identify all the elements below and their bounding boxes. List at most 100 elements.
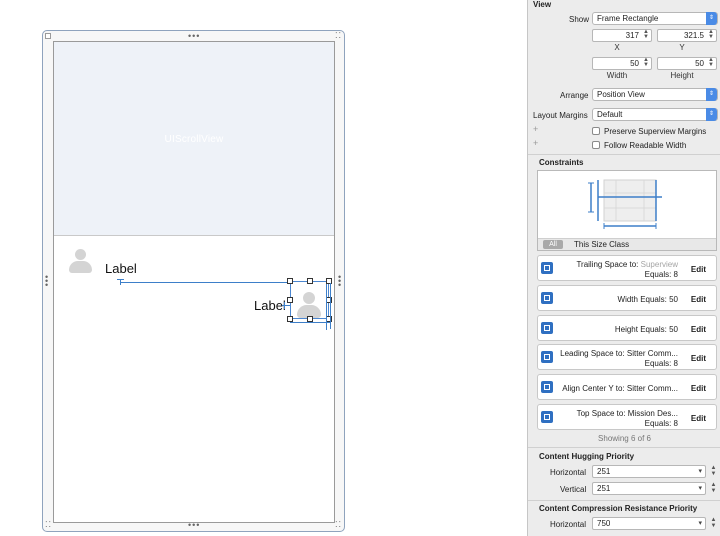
compression-resistance-title: Content Compression Resistance Priority (539, 504, 698, 513)
hugging-vertical-stepper-icon[interactable]: ▲ ▼ (709, 482, 718, 495)
constraint-line-width[interactable] (290, 322, 330, 323)
view-controller-scene[interactable]: ••• ⁚⁚ • • • • • • ⁚⁚ ••• ⁚⁚ UIScrollView La… (42, 30, 345, 532)
constraint-row[interactable]: Top Space to: Mission Des... Equals: 8 E… (537, 404, 717, 430)
show-popup[interactable]: Frame Rectangle ⇕ (592, 12, 718, 25)
popup-arrows-icon: ⇕ (706, 12, 717, 25)
y-stepper-icon[interactable]: ▲ ▼ (707, 29, 715, 40)
show-label: Show (569, 15, 590, 24)
constraint-row[interactable]: Height Equals: 50 Edit (537, 315, 717, 341)
constraint-target: Mission Des... (627, 409, 678, 418)
scene-top-handle-icon[interactable]: ••• (188, 32, 200, 41)
preserve-superview-margins-checkbox[interactable] (592, 127, 600, 135)
constraint-target: Sitter Comm... (626, 349, 678, 358)
resize-handle[interactable] (307, 278, 313, 284)
align-center-y-icon (541, 381, 553, 393)
scene-resize-icon[interactable]: ⁚⁚ (335, 32, 342, 40)
compression-horizontal-select[interactable]: 750 ▾ (592, 517, 706, 530)
plus-icon[interactable]: + (533, 138, 538, 148)
chevron-down-icon: ▾ (698, 485, 702, 492)
compression-horizontal-stepper-icon[interactable]: ▲ ▼ (709, 517, 718, 530)
width-stepper-icon[interactable]: ▲ ▼ (642, 57, 650, 68)
layout-margins-value: Default (597, 110, 623, 119)
scene-bottom-right-icon[interactable]: ⁚⁚ (335, 521, 342, 529)
layout-margins-label: Layout Margins (533, 111, 588, 120)
scene-corner-icon[interactable] (45, 33, 51, 39)
show-value: Frame Rectangle (597, 14, 659, 23)
x-value: 317 (625, 31, 639, 40)
constraint-target: Sitter Comm... (626, 384, 678, 393)
tab-this-size-class[interactable]: This Size Class (574, 240, 629, 249)
edit-button[interactable]: Edit (691, 295, 706, 304)
label-1[interactable]: Label (105, 262, 137, 276)
constraint-target: Superview (640, 260, 678, 269)
constraint-line2: Equals: 8 (644, 419, 678, 428)
x-field[interactable]: 317 ▲ ▼ (592, 29, 652, 42)
constraint-line-horizontal[interactable] (120, 282, 290, 283)
constraint-single: Align Center Y to: Sitter Comm... (562, 384, 678, 393)
y-field[interactable]: 321.5 ▲ ▼ (657, 29, 717, 42)
size-class-tabs: All This Size Class (538, 238, 716, 250)
layout-margins-popup[interactable]: Default ⇕ (592, 108, 718, 121)
edit-button[interactable]: Edit (691, 414, 706, 423)
leading-space-icon (541, 351, 553, 363)
divider (528, 447, 720, 448)
scroll-view-label: UIScrollView (164, 134, 224, 145)
follow-readable-width-checkbox[interactable] (592, 141, 600, 149)
edit-button[interactable]: Edit (691, 325, 706, 334)
height-field[interactable]: 50 ▲ ▼ (657, 57, 717, 70)
chevron-down-icon: ▾ (698, 468, 702, 475)
constraint-single: Width Equals: 50 (617, 295, 678, 304)
popup-arrows-icon: ⇕ (706, 108, 717, 121)
constraint-row[interactable]: Align Center Y to: Sitter Comm... Edit (537, 374, 717, 400)
hugging-horizontal-label: Horizontal (550, 468, 587, 477)
edit-button[interactable]: Edit (691, 265, 706, 274)
popup-arrows-icon: ⇕ (706, 88, 717, 101)
tab-all[interactable]: All (543, 240, 563, 249)
scene-left-handle-icon[interactable]: • • • (45, 273, 49, 290)
constraint-label: Align Center Y to: (562, 384, 625, 393)
x-stepper-icon[interactable]: ▲ ▼ (642, 29, 650, 40)
width-field[interactable]: 50 ▲ ▼ (592, 57, 652, 70)
constraint-row[interactable]: Width Equals: 50 Edit (537, 285, 717, 311)
y-value: 321.5 (683, 31, 704, 40)
constraint-line2: Equals: 8 (644, 270, 678, 279)
resize-handle[interactable] (287, 297, 293, 303)
hugging-horizontal-stepper-icon[interactable]: ▲ ▼ (709, 465, 718, 478)
scene-bottom-left-icon[interactable]: ⁚⁚ (45, 521, 52, 529)
size-inspector: View Show Frame Rectangle ⇕ 317 ▲ ▼ 321.5… (527, 0, 720, 536)
chevron-down-icon: ▾ (698, 520, 702, 527)
edit-button[interactable]: Edit (691, 354, 706, 363)
width-value: 50 (630, 59, 639, 68)
arrange-popup[interactable]: Position View ⇕ (592, 88, 718, 101)
arrange-value: Position View (597, 90, 645, 99)
constraint-row[interactable]: Leading Space to: Sitter Comm... Equals:… (537, 344, 717, 370)
label-2[interactable]: Label (254, 299, 286, 313)
constraints-title: Constraints (539, 158, 584, 167)
constraint-line-height[interactable] (326, 284, 327, 330)
constraint-single: Height Equals: 50 (614, 325, 678, 334)
avatar-image-icon[interactable] (67, 248, 93, 274)
root-view[interactable]: UIScrollView Label Label (53, 41, 335, 523)
selection-frame[interactable] (290, 281, 329, 319)
hugging-horizontal-select[interactable]: 251 ▾ (592, 465, 706, 478)
trailing-space-icon (541, 262, 553, 274)
divider (528, 154, 720, 155)
storyboard-canvas[interactable]: ••• ⁚⁚ • • • • • • ⁚⁚ ••• ⁚⁚ UIScrollView La… (0, 0, 527, 536)
height-stepper-icon[interactable]: ▲ ▼ (707, 57, 715, 68)
constraint-cap (117, 279, 124, 280)
view-section-title: View (533, 0, 552, 9)
constraint-line-trailing[interactable] (330, 283, 331, 329)
scene-right-handle-icon[interactable]: • • • (338, 273, 342, 290)
scroll-view[interactable]: UIScrollView (54, 42, 334, 236)
resize-handle[interactable] (287, 278, 293, 284)
arrange-label: Arrange (560, 91, 589, 100)
hugging-vertical-select[interactable]: 251 ▾ (592, 482, 706, 495)
content-hugging-title: Content Hugging Priority (539, 452, 635, 461)
constraint-row[interactable]: Trailing Space to: Superview Equals: 8 E… (537, 255, 717, 281)
edit-button[interactable]: Edit (691, 384, 706, 393)
constraints-diagram[interactable]: All This Size Class (537, 170, 717, 251)
hugging-vertical-value: 251 (597, 484, 611, 493)
constraint-line1: Top Space to: Mission Des... (577, 409, 678, 418)
constraint-label: Top Space to: (576, 409, 626, 418)
plus-icon[interactable]: + (533, 124, 538, 134)
